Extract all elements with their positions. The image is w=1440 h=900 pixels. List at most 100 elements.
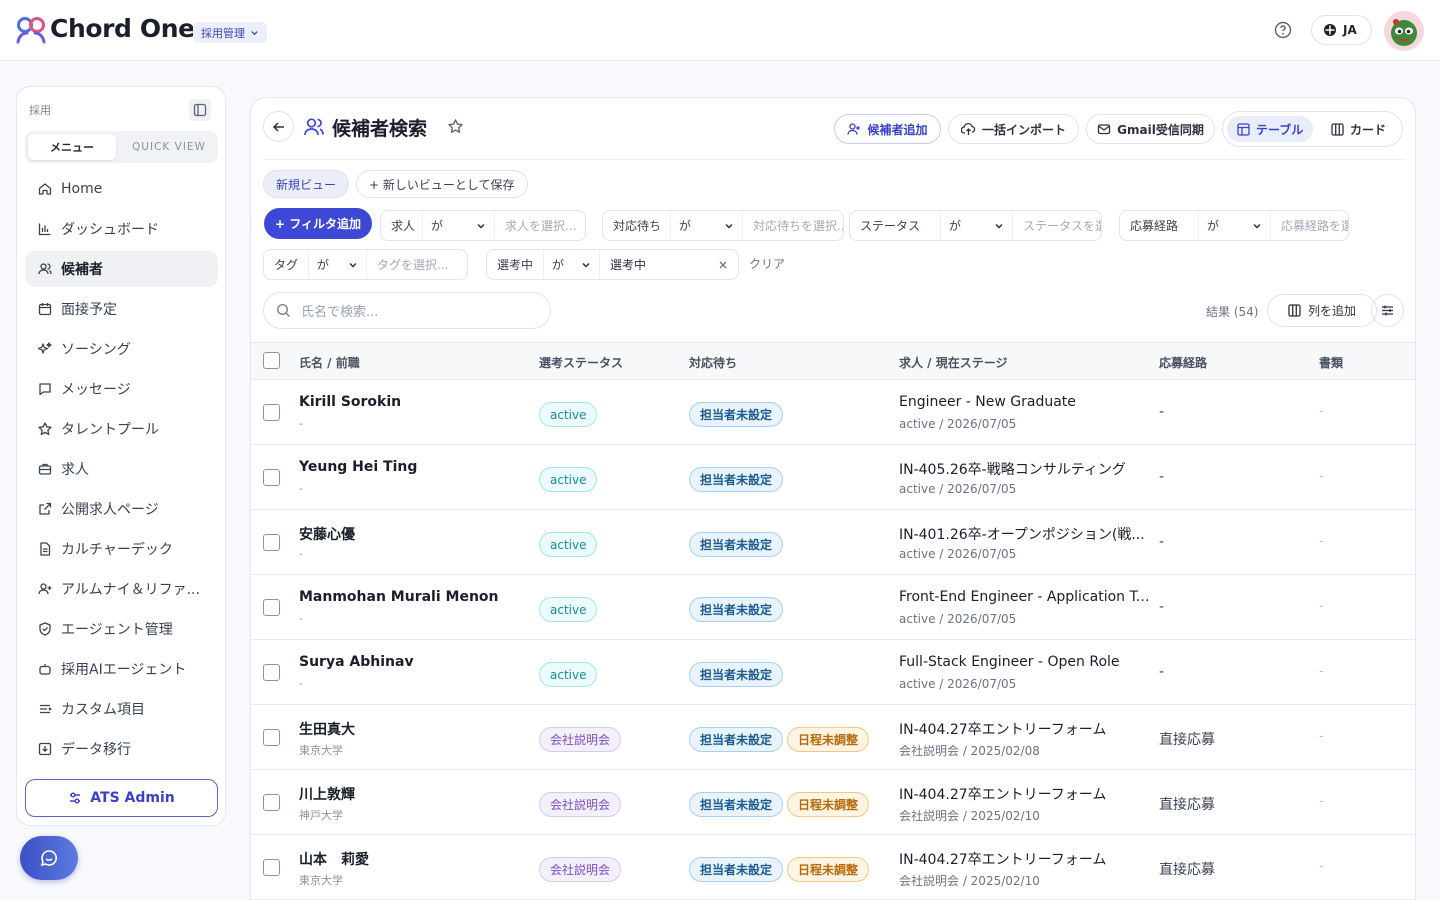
chat-launcher-button[interactable] [20, 836, 78, 880]
table-row[interactable]: Yeung Hei Ting - active 担当者未設定 IN-405.26… [251, 445, 1415, 510]
row-checkbox[interactable] [263, 794, 280, 811]
sidebar-item[interactable]: 求人 [25, 451, 218, 487]
column-header[interactable]: 対応待ち [689, 354, 737, 371]
collapse-sidebar-button[interactable] [189, 99, 211, 121]
tab-menu[interactable]: メニュー [28, 134, 116, 160]
bulk-import-button[interactable]: 一括インポート [948, 114, 1079, 144]
job-title[interactable]: Full-Stack Engineer - Open Role [899, 654, 1151, 670]
job-title[interactable]: IN-404.27卒エントリーフォーム [899, 719, 1151, 739]
column-header[interactable]: 書類 [1319, 354, 1343, 371]
sidebar-item[interactable]: エージェント管理 [25, 611, 218, 647]
table-row[interactable]: Manmohan Murali Menon - active 担当者未設定 Fr… [251, 575, 1415, 640]
row-checkbox[interactable] [263, 534, 280, 551]
column-header[interactable]: 氏名 / 前職 [299, 354, 360, 371]
sidebar-item[interactable]: 採用AIエージェント [25, 651, 218, 687]
filter-value[interactable]: 応募経路を選択... [1270, 211, 1348, 240]
job-title[interactable]: Front-End Engineer - Application Te... [899, 589, 1151, 605]
job-title[interactable]: Engineer - New Graduate [899, 394, 1151, 410]
filter-field[interactable]: タグ [264, 256, 308, 273]
candidate-name[interactable]: 生田真大 [299, 719, 355, 739]
sidebar-item[interactable]: メッセージ [25, 371, 218, 407]
table-row[interactable]: 安藤心優 - active 担当者未設定 IN-401.26卒-オープンポジショ… [251, 510, 1415, 575]
table-row[interactable]: 川上敦輝 神戸大学 会社説明会 担当者未設定 日程未調整 IN-404.27卒エン… [251, 770, 1415, 835]
add-column-button[interactable]: 列を追加 [1267, 294, 1377, 327]
sidebar-item[interactable]: 面接予定 [25, 291, 218, 327]
column-header[interactable]: 選考ステータス [539, 354, 623, 371]
sidebar-item[interactable]: 候補者 [25, 251, 218, 287]
filter-field[interactable]: ステータス [850, 217, 940, 234]
sidebar-item[interactable]: データ移行 [25, 731, 218, 767]
close-icon[interactable] [718, 260, 728, 270]
filter-pill[interactable]: ステータス が ステータスを選択... [849, 210, 1102, 241]
filter-field[interactable]: 求人 [381, 217, 422, 234]
filter-operator[interactable]: が [1198, 211, 1270, 240]
sidebar-item[interactable]: ソーシング [25, 331, 218, 367]
select-all-checkbox[interactable] [263, 352, 280, 369]
sidebar-item[interactable]: カルチャーデック [25, 531, 218, 567]
chord-one-logo[interactable] [16, 16, 46, 44]
user-avatar[interactable] [1384, 11, 1424, 51]
table-view-button[interactable]: テーブル [1227, 116, 1314, 142]
help-icon[interactable] [1274, 21, 1292, 39]
candidate-name[interactable]: Kirill Sorokin [299, 394, 401, 410]
filter-pill[interactable]: タグ が タグを選択... [263, 249, 468, 280]
table-row[interactable]: Surya Abhinav - active 担当者未設定 Full-Stack… [251, 640, 1415, 705]
row-checkbox[interactable] [263, 729, 280, 746]
add-filter-button[interactable]: + フィルタ追加 [264, 208, 372, 239]
table-row[interactable]: 生田真大 東京大学 会社説明会 担当者未設定 日程未調整 IN-404.27卒エン… [251, 705, 1415, 770]
sidebar-item[interactable]: 公開求人ページ [25, 491, 218, 527]
filter-value[interactable]: タグを選択... [366, 250, 467, 279]
job-title[interactable]: IN-404.27卒エントリーフォーム [899, 784, 1151, 804]
filter-field[interactable]: 選考中 [487, 256, 543, 273]
job-title[interactable]: IN-404.27卒エントリーフォーム [899, 849, 1151, 869]
row-checkbox[interactable] [263, 859, 280, 876]
filter-pill[interactable]: 選考中 が 選考中 [486, 249, 739, 280]
new-view-chip[interactable]: 新規ビュー [263, 170, 350, 198]
favorite-star-icon[interactable] [447, 118, 464, 135]
back-button[interactable] [263, 111, 294, 142]
name-search-field[interactable]: 氏名で検索... [263, 292, 551, 329]
row-checkbox[interactable] [263, 599, 280, 616]
candidate-name[interactable]: Surya Abhinav [299, 654, 414, 670]
module-switcher[interactable]: 採用管理 [193, 22, 267, 43]
save-as-new-view-button[interactable]: + 新しいビューとして保存 [356, 170, 528, 198]
add-candidate-button[interactable]: 候補者追加 [834, 114, 941, 144]
column-header[interactable]: 求人 / 現在ステージ [899, 354, 1008, 371]
filter-field[interactable]: 応募経路 [1120, 217, 1198, 234]
filter-value[interactable]: 対応待ちを選択... [742, 211, 843, 240]
filter-operator[interactable]: が [308, 250, 366, 279]
filter-operator[interactable]: が [422, 211, 494, 240]
filter-operator[interactable]: が [543, 250, 599, 279]
filter-operator[interactable]: が [670, 211, 742, 240]
sidebar-item[interactable]: カスタム項目 [25, 691, 218, 727]
filter-operator[interactable]: が [940, 211, 1012, 240]
filter-value[interactable]: 求人を選択... [494, 211, 585, 240]
table-row[interactable]: 山本 莉愛 東京大学 会社説明会 担当者未設定 日程未調整 IN-404.27卒エ… [251, 835, 1415, 900]
filter-pill[interactable]: 求人 が 求人を選択... [380, 210, 586, 241]
job-title[interactable]: IN-401.26卒-オープンポジション(戦... [899, 524, 1151, 544]
sidebar-item[interactable]: ダッシュボード [25, 211, 218, 247]
job-title[interactable]: IN-405.26卒-戦略コンサルティング [899, 459, 1151, 479]
tab-quick-view[interactable]: QUICK VIEW [124, 134, 214, 160]
column-header[interactable]: 応募経路 [1159, 354, 1207, 371]
gmail-sync-button[interactable]: Gmail受信同期 [1086, 114, 1215, 144]
filter-value[interactable]: ステータスを選択... [1012, 211, 1101, 240]
candidate-name[interactable]: Yeung Hei Ting [299, 459, 417, 475]
table-row[interactable]: Kirill Sorokin - active 担当者未設定 Engineer … [251, 380, 1415, 445]
card-view-button[interactable]: カード [1321, 116, 1396, 142]
sidebar-item[interactable]: Home [25, 171, 218, 207]
candidate-name[interactable]: 安藤心優 [299, 524, 355, 544]
filter-field[interactable]: 対応待ち [603, 217, 670, 234]
row-checkbox[interactable] [263, 664, 280, 681]
ats-admin-button[interactable]: ATS Admin [25, 779, 218, 817]
sidebar-item[interactable]: アルムナイ＆リファ... [25, 571, 218, 607]
candidate-name[interactable]: 山本 莉愛 [299, 849, 369, 869]
candidate-name[interactable]: Manmohan Murali Menon [299, 589, 499, 605]
sidebar-item[interactable]: タレントプール [25, 411, 218, 447]
language-switcher[interactable]: JA [1311, 15, 1372, 45]
row-checkbox[interactable] [263, 404, 280, 421]
filter-pill[interactable]: 対応待ち が 対応待ちを選択... [602, 210, 844, 241]
filter-pill[interactable]: 応募経路 が 応募経路を選択... [1119, 210, 1349, 241]
row-checkbox[interactable] [263, 469, 280, 486]
candidate-name[interactable]: 川上敦輝 [299, 784, 355, 804]
